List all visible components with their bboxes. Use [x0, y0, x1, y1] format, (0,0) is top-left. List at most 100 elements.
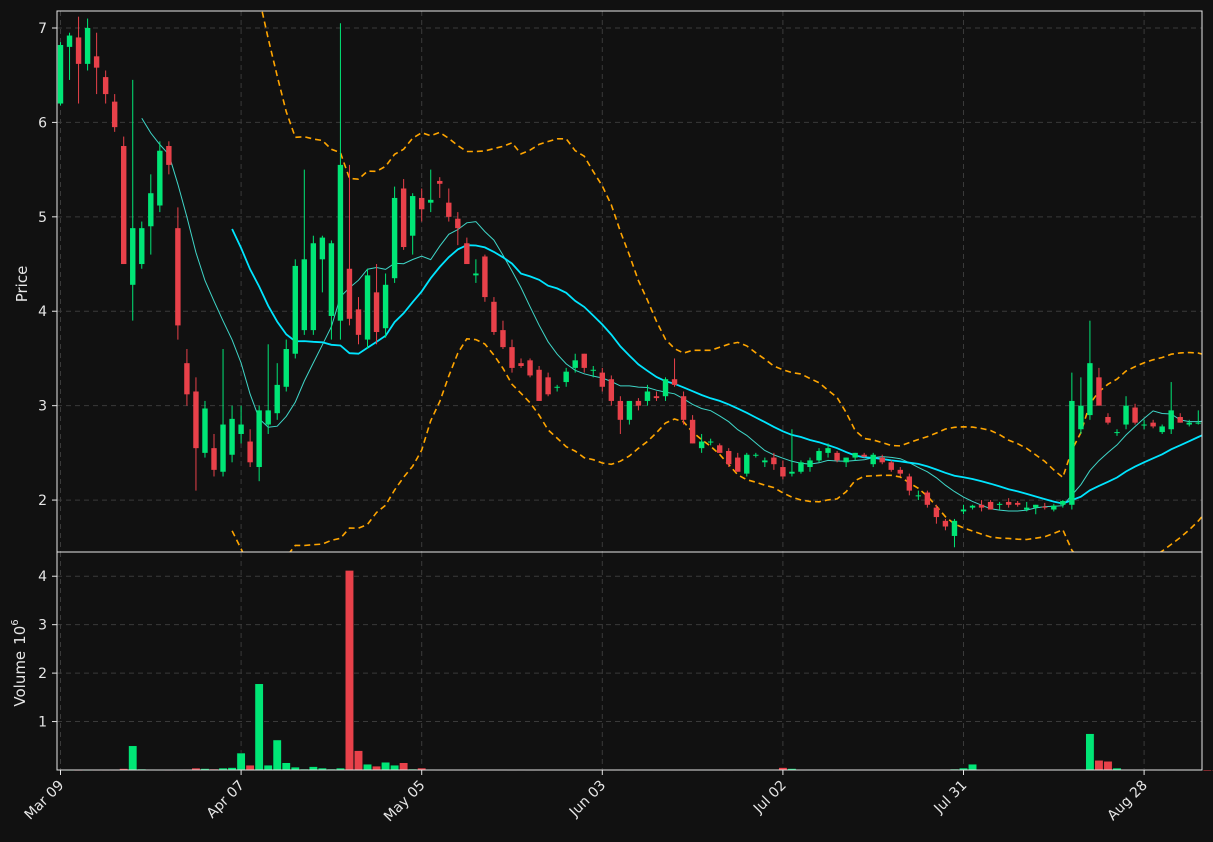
- candle-body: [319, 237, 326, 260]
- volume-bar: [381, 761, 391, 771]
- candle-body: [464, 243, 470, 265]
- price-tick-label: 2: [38, 493, 47, 509]
- candle-body: [789, 471, 795, 474]
- candle-body: [193, 391, 199, 449]
- candle-body: [1096, 377, 1102, 406]
- volume-bar: [263, 764, 273, 771]
- candle-body: [1123, 405, 1129, 425]
- candle-body: [301, 259, 308, 331]
- candle-body: [662, 379, 669, 397]
- volume-bar: [1103, 761, 1113, 771]
- volume-bar: [372, 765, 382, 771]
- candle-body: [906, 476, 913, 491]
- volume-bar: [1094, 760, 1104, 771]
- candle-body: [798, 462, 804, 472]
- candle-body: [1087, 363, 1093, 416]
- candle-body: [960, 509, 967, 512]
- candle-body: [1186, 422, 1192, 425]
- price-tick-label: 4: [38, 304, 47, 320]
- volume-bar: [272, 739, 282, 771]
- candle-body: [84, 27, 91, 64]
- candle-body: [419, 197, 425, 210]
- candle-body: [373, 292, 380, 333]
- candle-body: [897, 469, 903, 474]
- candle-body: [698, 441, 705, 449]
- candle-body: [346, 268, 353, 319]
- volume-bar: [128, 745, 138, 771]
- candle-body: [211, 448, 217, 470]
- candle-body: [1105, 416, 1111, 423]
- candle-body: [1195, 422, 1201, 424]
- candle-body: [753, 454, 759, 456]
- candle-body: [726, 450, 732, 465]
- candle-body: [409, 196, 416, 236]
- candle-body: [870, 454, 876, 465]
- candle-body: [391, 197, 398, 279]
- volume-bar: [281, 762, 291, 771]
- volume-tick-label: 4: [38, 569, 47, 585]
- candle-body: [292, 265, 298, 354]
- candle-body: [500, 330, 506, 348]
- candle-body: [1150, 422, 1156, 427]
- candle-body: [807, 460, 813, 468]
- candle-body: [933, 507, 940, 518]
- candle-body: [680, 396, 687, 420]
- candle-body: [969, 505, 976, 508]
- candle-body: [220, 424, 226, 472]
- candle-body: [455, 218, 461, 229]
- candle-body: [518, 363, 524, 367]
- candle-body: [653, 396, 660, 399]
- volume-bar: [1085, 733, 1095, 771]
- candle-body: [771, 457, 777, 465]
- candle-body: [310, 243, 317, 331]
- volume-bar: [354, 750, 363, 771]
- candle-body: [825, 448, 831, 453]
- volume-bar: [399, 762, 409, 771]
- candle-body: [1132, 407, 1138, 423]
- candle-body: [987, 501, 994, 510]
- volume-tick-label: 2: [38, 666, 47, 682]
- candle-body: [265, 410, 271, 425]
- candle-body: [202, 408, 208, 453]
- candle-body: [716, 445, 723, 453]
- candle-body: [599, 372, 605, 387]
- volume-tick-label: 1: [38, 715, 47, 731]
- candle-body: [915, 495, 922, 497]
- volume-bar: [390, 764, 400, 771]
- candle-body: [328, 243, 335, 316]
- candle-body: [996, 503, 1003, 505]
- candle-body: [1042, 506, 1048, 508]
- candle-body: [1051, 505, 1057, 510]
- candle-body: [834, 452, 840, 461]
- candle-body: [1024, 507, 1030, 510]
- candle-body: [382, 284, 389, 329]
- candle-body: [238, 424, 244, 434]
- candle-body: [942, 520, 949, 527]
- candle-body: [816, 450, 822, 461]
- candle-body: [635, 400, 642, 406]
- candle-body: [428, 199, 434, 203]
- volume-bar: [308, 766, 318, 771]
- candle-body: [1168, 410, 1174, 430]
- candle-body: [175, 228, 181, 326]
- candle-body: [1114, 432, 1120, 434]
- volume-bar: [254, 683, 264, 771]
- candle-body: [1033, 504, 1039, 508]
- candle-body: [121, 146, 127, 265]
- candle-body: [671, 379, 678, 385]
- candle-body: [888, 462, 894, 470]
- candle-body: [66, 35, 73, 47]
- candle-body: [157, 150, 163, 206]
- candle-body: [337, 164, 344, 321]
- candle-body: [93, 56, 100, 68]
- candle-body: [446, 202, 452, 217]
- candle-body: [536, 369, 542, 401]
- candle-body: [978, 504, 985, 508]
- candle-body: [1014, 502, 1021, 505]
- candle-body: [1159, 426, 1165, 433]
- volume-axis-label: Volume106: [10, 619, 29, 706]
- candle-body: [644, 391, 651, 401]
- candle-body: [57, 44, 64, 104]
- candle-body: [780, 467, 786, 477]
- price-tick-label: 3: [38, 399, 47, 415]
